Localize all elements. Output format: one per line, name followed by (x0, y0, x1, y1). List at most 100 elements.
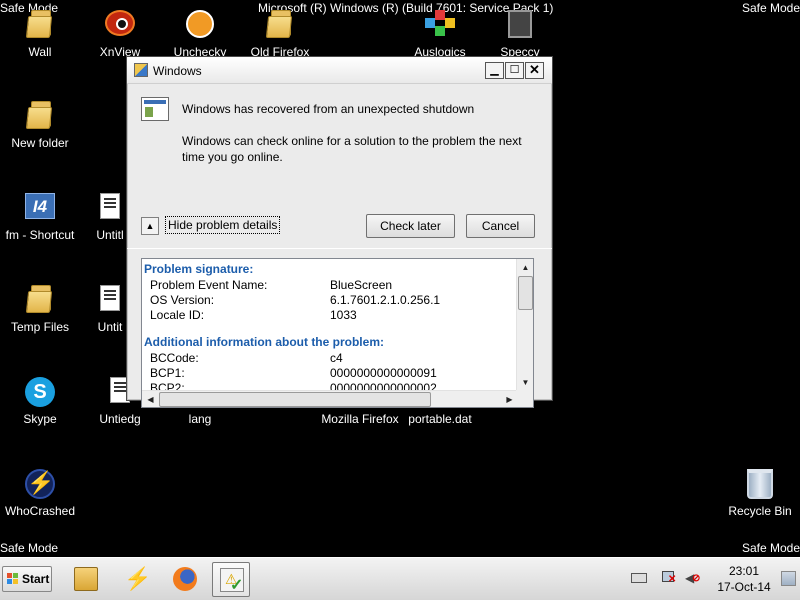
winamp-icon: ⚡ (124, 566, 152, 591)
document-icon (100, 285, 120, 311)
windows-logo-icon (7, 573, 19, 585)
show-desktop-icon[interactable] (781, 571, 796, 586)
scroll-down-arrow-icon[interactable]: ▼ (517, 374, 533, 391)
detail-row: Problem Event Name: BlueScreen (144, 278, 518, 293)
desktop-icon-xnview[interactable]: XnView (80, 10, 160, 59)
desktop-icon-label: Wall (28, 45, 52, 59)
maximize-icon: ☐ (509, 64, 520, 76)
detail-row: Locale ID: 1033 (144, 308, 518, 323)
desktop-icon-label: Untiedg (99, 412, 141, 426)
taskbar: Start ⚡ ⚠ ✓ ✕ ◀ ⊘ 23:01 17-Oct-14 (0, 557, 800, 600)
additional-info-header: Additional information about the problem… (144, 335, 384, 349)
desktop-icon-speccy[interactable]: Speccy (480, 10, 560, 59)
network-disconnected-icon[interactable]: ✕ (662, 571, 678, 585)
close-icon: ✕ (529, 62, 540, 77)
vertical-scroll-thumb[interactable] (518, 276, 533, 310)
desktop-icon-old-firefox[interactable]: Old Firefox (240, 10, 320, 59)
scroll-left-arrow-icon[interactable]: ◀ (142, 391, 159, 407)
details-toggle-button[interactable]: ▲ (141, 217, 159, 235)
close-button[interactable]: ✕ (525, 62, 544, 79)
volume-muted-icon[interactable]: ◀ ⊘ (685, 571, 701, 585)
minimize-button[interactable]: ▁ (485, 62, 504, 79)
safe-mode-label-bottom-left: Safe Mode (0, 541, 59, 555)
dialog-title: Windows (153, 64, 202, 78)
detail-key: BCP1: (150, 366, 185, 380)
dialog-heading: Windows has recovered from an unexpected… (182, 102, 475, 116)
detail-value: c4 (330, 351, 343, 365)
divider (127, 248, 552, 249)
desktop-icon-temp-files[interactable]: Temp Files (0, 285, 80, 334)
system-clock[interactable]: 23:01 17-Oct-14 (712, 563, 776, 595)
maximize-button[interactable]: ☐ (505, 62, 524, 79)
desktop-icon-label: New folder (11, 136, 69, 150)
skype-icon: S (25, 377, 55, 407)
check-later-button[interactable]: Check later (366, 214, 455, 238)
desktop-icon-new-folder[interactable]: New folder (0, 101, 80, 150)
detail-value: 6.1.7601.2.1.0.256.1 (330, 293, 441, 307)
cancel-button[interactable]: Cancel (466, 214, 535, 238)
desktop-icon-label: WhoCrashed (4, 504, 76, 518)
problem-signature-header: Problem signature: (144, 262, 254, 276)
desktop-icon-recycle-bin[interactable]: Recycle Bin (720, 469, 800, 518)
triangle-up-icon: ▲ (145, 221, 155, 231)
dialog-message: Windows can check online for a solution … (182, 134, 522, 164)
problem-details-box[interactable]: Problem signature: Problem Event Name: Bl… (141, 258, 534, 408)
desktop-icon-label: Temp Files (10, 320, 69, 334)
desktop-icon-unchecky[interactable]: Unchecky (160, 10, 240, 59)
detail-row: OS Version: 6.1.7601.2.1.0.256.1 (144, 293, 518, 308)
detail-key: Problem Event Name: (150, 278, 268, 292)
detail-value: 1033 (330, 308, 357, 322)
safe-mode-label-bottom-right: Safe Mode (741, 541, 800, 555)
safe-mode-label-top-right: Safe Mode (741, 1, 800, 15)
detail-value: BlueScreen (330, 278, 393, 292)
desktop-icon-label: Skype (23, 412, 57, 426)
horizontal-scrollbar[interactable]: ◀ ▶ (142, 390, 518, 407)
desktop-icon-label: lang (188, 412, 212, 426)
clock-date: 17-Oct-14 (717, 580, 771, 594)
desktop-icon-label: portable.dat (408, 412, 472, 426)
desktop-icon-auslogics[interactable]: Auslogics (400, 10, 480, 59)
folder-icon (265, 10, 293, 38)
detail-value: 0000000000000091 (330, 366, 437, 380)
i4-icon: I4 (25, 193, 55, 219)
detail-key: BCCode: (150, 351, 199, 365)
taskbar-action-center[interactable]: ⚠ ✓ (212, 562, 250, 597)
unchecky-icon (186, 10, 214, 38)
document-icon (100, 193, 120, 219)
vertical-scrollbar[interactable]: ▲ ▼ (516, 259, 533, 391)
detail-row: BCP1: 0000000000000091 (144, 366, 518, 381)
start-button[interactable]: Start (2, 566, 52, 592)
file-explorer-icon (74, 567, 98, 591)
hide-problem-details-link[interactable]: Hide problem details (165, 216, 281, 234)
detail-key: Locale ID: (150, 308, 205, 322)
keyboard-icon[interactable] (631, 571, 647, 585)
taskbar-file-explorer[interactable] (67, 562, 105, 597)
windows-flag-icon (134, 63, 148, 77)
minimize-icon: ▁ (490, 64, 499, 76)
action-center-icon: ⚠ ✓ (220, 568, 244, 594)
desktop-icon-skype[interactable]: S Skype (0, 377, 80, 426)
firefox-icon (173, 567, 197, 591)
auslogics-icon (425, 10, 455, 36)
folder-icon (25, 10, 53, 38)
scrollbar-corner (516, 390, 533, 407)
desktop-icon-label: fm - Shortcut (5, 228, 75, 242)
desktop-icon-wall[interactable]: Wall (0, 10, 80, 59)
folder-icon (25, 101, 53, 129)
desktop-icon-fm-shortcut[interactable]: I4 fm - Shortcut (0, 193, 80, 242)
recycle-bin-icon (747, 469, 773, 499)
taskbar-winamp[interactable]: ⚡ (117, 562, 155, 597)
folder-icon (25, 285, 53, 313)
start-label: Start (22, 572, 50, 586)
dialog-titlebar[interactable]: Windows ▁ ☐ ✕ (127, 57, 552, 84)
detail-row: BCCode: c4 (144, 351, 518, 366)
whocrashed-icon: ⚡ (25, 469, 55, 499)
scroll-up-arrow-icon[interactable]: ▲ (517, 259, 533, 276)
xnview-icon (105, 10, 135, 36)
horizontal-scroll-thumb[interactable] (159, 392, 431, 407)
desktop-icon-label: Mozilla Firefox (321, 412, 399, 426)
desktop-icon-whocrashed[interactable]: ⚡ WhoCrashed (0, 469, 80, 518)
desktop-icon-label: Recycle Bin (728, 504, 792, 518)
taskbar-firefox[interactable] (166, 562, 204, 597)
clock-time: 23:01 (728, 564, 760, 578)
